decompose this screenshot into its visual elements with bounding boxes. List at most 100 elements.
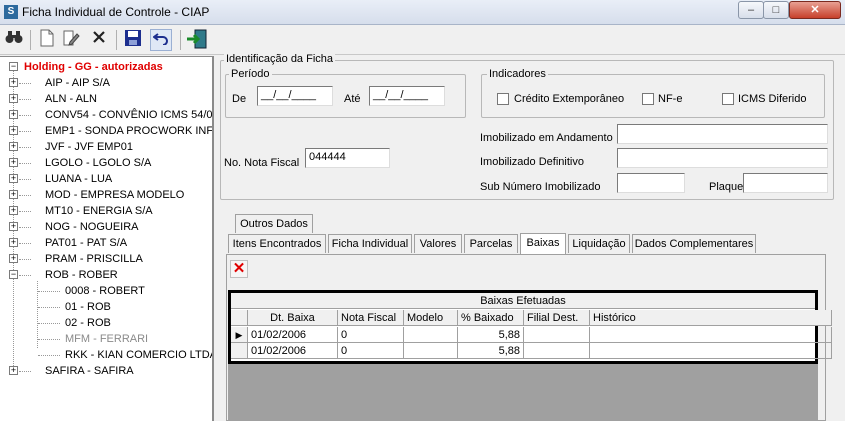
grid-column-header[interactable]: Histórico <box>590 310 832 326</box>
expand-icon[interactable]: + <box>9 366 18 375</box>
tree-item[interactable]: AIP - AIP S/A <box>45 75 110 91</box>
tree-child-item[interactable]: RKK - KIAN COMERCIO LTDA <box>65 347 212 363</box>
tab-itens-encontrados[interactable]: Itens Encontrados <box>228 234 326 253</box>
collapse-icon[interactable]: − <box>9 62 18 71</box>
expand-icon[interactable]: + <box>9 222 18 231</box>
grid-row-indicator-header <box>231 310 248 326</box>
grid-cell[interactable]: 0 <box>338 343 404 359</box>
tree-item[interactable]: ROB - ROBER <box>45 267 118 283</box>
expand-icon[interactable]: + <box>9 174 18 183</box>
close-button[interactable]: ✕ <box>789 1 841 19</box>
baixas-grid[interactable]: Baixas Efetuadas Dt. Baixa Nota Fiscal Mod… <box>228 290 832 364</box>
tree-child-item[interactable]: 02 - ROB <box>65 315 111 331</box>
exit-icon[interactable] <box>186 29 208 51</box>
ate-label: Até <box>344 93 361 105</box>
grid-column-header[interactable]: % Baixado <box>458 310 524 326</box>
nota-fiscal-input[interactable]: 044444 <box>305 148 390 168</box>
toolbar-separator <box>116 30 117 50</box>
grid-cell[interactable] <box>404 343 458 359</box>
grid-caption: Baixas Efetuadas <box>231 293 815 309</box>
icms-diferido-checkbox[interactable] <box>722 93 734 105</box>
imobilizado-andamento-input[interactable] <box>617 124 828 144</box>
expand-icon[interactable]: + <box>9 190 18 199</box>
undo-icon[interactable] <box>150 29 172 51</box>
company-tree[interactable]: − Holding - GG - autorizadas + AIP - AIP … <box>0 56 214 421</box>
tab-parcelas[interactable]: Parcelas <box>464 234 518 253</box>
tab-dados-complementares[interactable]: Dados Complementares <box>632 234 756 253</box>
tree-item[interactable]: JVF - JVF EMP01 <box>45 139 133 155</box>
grid-column-header[interactable]: Modelo <box>404 310 458 326</box>
binoculars-icon[interactable] <box>3 29 25 51</box>
credito-extemporaneo-checkbox[interactable] <box>497 93 509 105</box>
collapse-icon[interactable]: − <box>9 270 18 279</box>
delete-icon[interactable] <box>88 29 110 51</box>
periodo-de-input[interactable]: __/__/____ <box>257 86 333 106</box>
expand-icon[interactable]: + <box>9 142 18 151</box>
grid-column-header[interactable]: Dt. Baixa <box>248 310 338 326</box>
tab-ficha-individual[interactable]: Ficha Individual <box>328 234 412 253</box>
grid-cell[interactable]: 0 <box>338 327 404 343</box>
grid-cell[interactable]: 01/02/2006 <box>248 343 338 359</box>
tab-baixas[interactable]: Baixas <box>520 233 566 254</box>
grid-cell[interactable] <box>404 327 458 343</box>
tab-outros-dados[interactable]: Outros Dados <box>235 214 313 233</box>
tree-child-item[interactable]: 0008 - ROBERT <box>65 283 145 299</box>
grid-column-header[interactable]: Filial Dest. <box>524 310 590 326</box>
delete-row-icon[interactable]: ✕ <box>230 260 248 278</box>
grid-cell[interactable]: 5,88 <box>458 343 524 359</box>
indicadores-legend: Indicadores <box>487 68 548 80</box>
tree-item[interactable]: MT10 - ENERGIA S/A <box>45 203 153 219</box>
tree-child-item[interactable]: MFM - FERRARI <box>65 331 148 347</box>
expand-icon[interactable]: + <box>9 110 18 119</box>
save-icon[interactable] <box>122 29 144 51</box>
tree-item[interactable]: ALN - ALN <box>45 91 97 107</box>
grid-cell[interactable]: 01/02/2006 <box>248 327 338 343</box>
tree-item[interactable]: NOG - NOGUEIRA <box>45 219 139 235</box>
tree-item[interactable]: PAT01 - PAT S/A <box>45 235 127 251</box>
tab-valores[interactable]: Valores <box>414 234 462 253</box>
edit-icon[interactable] <box>60 29 82 51</box>
expand-icon[interactable]: + <box>9 254 18 263</box>
toolbar-separator <box>180 30 181 50</box>
delete-row-glyph: ✕ <box>232 260 246 277</box>
tree-item[interactable]: LUANA - LUA <box>45 171 112 187</box>
sub-numero-label: Sub Número Imobilizado <box>480 181 601 193</box>
new-document-icon[interactable] <box>36 29 58 51</box>
periodo-ate-input[interactable]: __/__/____ <box>369 86 445 106</box>
window-title: Ficha Individual de Controle - CIAP <box>22 5 210 19</box>
expand-icon[interactable]: + <box>9 206 18 215</box>
tree-item-safira[interactable]: SAFIRA - SAFIRA <box>45 363 134 379</box>
credito-extemporaneo-label: Crédito Extemporâneo <box>514 93 625 105</box>
nota-fiscal-label: No. Nota Fiscal <box>224 157 300 169</box>
tree-child-item[interactable]: 01 - ROB <box>65 299 111 315</box>
grid-cell[interactable] <box>590 343 832 359</box>
toolbar-separator <box>30 30 31 50</box>
expand-icon[interactable]: + <box>9 158 18 167</box>
tree-item[interactable]: EMP1 - SONDA PROCWORK INFOR <box>45 123 212 139</box>
imobilizado-definitivo-input[interactable] <box>617 148 828 168</box>
nfe-checkbox[interactable] <box>642 93 654 105</box>
expand-icon[interactable]: + <box>9 238 18 247</box>
tree-root[interactable]: Holding - GG - autorizadas <box>24 59 163 75</box>
expand-icon[interactable]: + <box>9 78 18 87</box>
grid-cell[interactable]: 5,88 <box>458 327 524 343</box>
app-icon: S <box>4 5 18 19</box>
expand-icon[interactable]: + <box>9 94 18 103</box>
sub-numero-input[interactable] <box>617 173 685 193</box>
tree-item[interactable]: LGOLO - LGOLO S/A <box>45 155 151 171</box>
plaqueta-input[interactable] <box>743 173 828 193</box>
grid-cell[interactable] <box>524 343 590 359</box>
tree-item[interactable]: MOD - EMPRESA MODELO <box>45 187 184 203</box>
expand-icon[interactable]: + <box>9 126 18 135</box>
grid-row-indicator: ▶ <box>231 327 248 343</box>
tree-item[interactable]: CONV54 - CONVÊNIO ICMS 54/05 <box>45 107 212 123</box>
grid-cell[interactable] <box>590 327 832 343</box>
minimize-button[interactable]: – <box>738 1 764 19</box>
grid-column-header[interactable]: Nota Fiscal <box>338 310 404 326</box>
tab-liquida-o[interactable]: Liquidação <box>568 234 630 253</box>
identificacao-legend: Identificação da Ficha <box>224 53 336 65</box>
tree-item[interactable]: PRAM - PRISCILLA <box>45 251 143 267</box>
grid-cell[interactable] <box>524 327 590 343</box>
maximize-button[interactable]: □ <box>763 1 789 19</box>
imobilizado-definitivo-label: Imobilizado Definitivo <box>480 156 584 168</box>
